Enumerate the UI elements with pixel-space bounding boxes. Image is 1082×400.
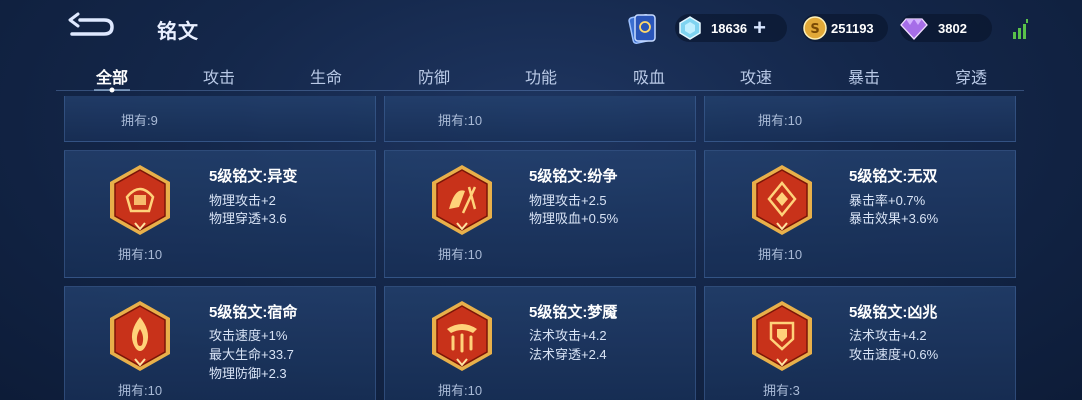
rune-suming-icon — [110, 301, 170, 371]
rune-attribute: 暴击率+0.7% — [849, 193, 926, 208]
gem-amount: 3802 — [938, 20, 967, 36]
tab-attack-speed[interactable]: 攻速 — [740, 64, 772, 88]
svg-text:S: S — [810, 22, 819, 37]
rune-card[interactable]: 5级铭文:异变 物理攻击+2 物理穿透+3.6 拥有:10 — [64, 150, 376, 278]
rune-title: 5级铭文:宿命 — [209, 304, 298, 321]
owned-count: 拥有:3 — [763, 383, 800, 398]
owned-count: 拥有:10 — [118, 383, 163, 398]
rune-attribute: 物理穿透+3.6 — [209, 211, 287, 226]
rune-mengyan-icon — [432, 301, 492, 371]
rune-wushuang-icon — [752, 165, 812, 235]
tab-all[interactable]: 全部 — [96, 64, 128, 88]
rune-title: 5级铭文:凶兆 — [849, 304, 938, 321]
owned-count: 拥有:9 — [121, 113, 158, 128]
rune-attribute: 物理攻击+2 — [209, 193, 276, 208]
add-diamond-button[interactable]: + — [753, 17, 766, 39]
rune-title: 5级铭文:纷争 — [529, 168, 618, 185]
rune-card[interactable]: 拥有:10 — [384, 96, 696, 142]
rune-title: 5级铭文:异变 — [209, 168, 298, 185]
tab-function[interactable]: 功能 — [525, 64, 557, 88]
rune-attribute: 攻击速度+0.6% — [849, 347, 939, 362]
rune-attribute: 物理吸血+0.5% — [529, 211, 619, 226]
rune-attribute: 攻击速度+1% — [209, 328, 288, 343]
rune-card[interactable]: 拥有:9 — [64, 96, 376, 142]
owned-count: 拥有:10 — [438, 383, 483, 398]
owned-count: 拥有:10 — [438, 247, 483, 262]
rune-attribute: 物理攻击+2.5 — [529, 193, 607, 208]
top-bar: 铭文 18636 + S 251193 3802 — [0, 0, 1082, 58]
diamond-currency: 18636 + — [675, 14, 787, 42]
tab-attack[interactable]: 攻击 — [203, 64, 235, 88]
owned-count: 拥有:10 — [758, 113, 803, 128]
gold-currency: S 251193 — [802, 14, 888, 42]
rune-card[interactable]: 拥有:10 — [704, 96, 1016, 142]
owned-count: 拥有:10 — [758, 247, 803, 262]
rune-yibian-icon — [110, 165, 170, 235]
rune-card[interactable]: 5级铭文:宿命 攻击速度+1% 最大生命+33.7 物理防御+2.3 拥有:10 — [64, 286, 376, 400]
active-tab-indicator — [94, 87, 130, 93]
rune-attribute: 暴击效果+3.6% — [849, 211, 939, 226]
tab-defense[interactable]: 防御 — [418, 64, 450, 88]
rune-attribute: 法术攻击+4.2 — [849, 328, 927, 343]
diamond-icon — [679, 16, 701, 40]
tab-health[interactable]: 生命 — [310, 64, 342, 88]
tab-lifesteal[interactable]: 吸血 — [633, 64, 665, 88]
rune-attribute: 法术穿透+2.4 — [529, 347, 607, 362]
gold-coin-icon: S — [803, 16, 827, 40]
rune-title: 5级铭文:无双 — [849, 168, 938, 185]
inscription-page-icon[interactable] — [628, 12, 658, 44]
category-tabs: 全部 攻击 生命 防御 功能 吸血 攻速 暴击 穿透 — [56, 60, 1024, 90]
back-arrow-icon[interactable] — [66, 12, 116, 42]
owned-count: 拥有:10 — [438, 113, 483, 128]
rune-card[interactable]: 5级铭文:纷争 物理攻击+2.5 物理吸血+0.5% 拥有:10 — [384, 150, 696, 278]
page-title: 铭文 — [157, 21, 199, 43]
rune-attribute: 最大生命+33.7 — [209, 347, 294, 362]
rune-attribute: 物理防御+2.3 — [209, 366, 287, 381]
rune-fenzheng-icon — [432, 165, 492, 235]
tab-divider — [56, 90, 1024, 91]
rune-card[interactable]: 5级铭文:无双 暴击率+0.7% 暴击效果+3.6% 拥有:10 — [704, 150, 1016, 278]
rune-card[interactable]: 5级铭文:梦魇 法术攻击+4.2 法术穿透+2.4 拥有:10 — [384, 286, 696, 400]
tab-critical[interactable]: 暴击 — [848, 64, 880, 88]
rune-xiongzhao-icon — [752, 301, 812, 371]
owned-count: 拥有:10 — [118, 247, 163, 262]
purple-gem-icon — [900, 18, 928, 40]
diamond-amount: 18636 — [711, 20, 748, 36]
gem-currency: 3802 — [900, 14, 992, 42]
tab-penetration[interactable]: 穿透 — [955, 64, 987, 88]
rune-attribute: 法术攻击+4.2 — [529, 328, 607, 343]
rune-card[interactable]: 5级铭文:凶兆 法术攻击+4.2 攻击速度+0.6% 拥有:3 — [704, 286, 1016, 400]
signal-icon — [1013, 19, 1028, 39]
rune-title: 5级铭文:梦魇 — [529, 304, 618, 321]
gold-amount: 251193 — [831, 20, 874, 36]
